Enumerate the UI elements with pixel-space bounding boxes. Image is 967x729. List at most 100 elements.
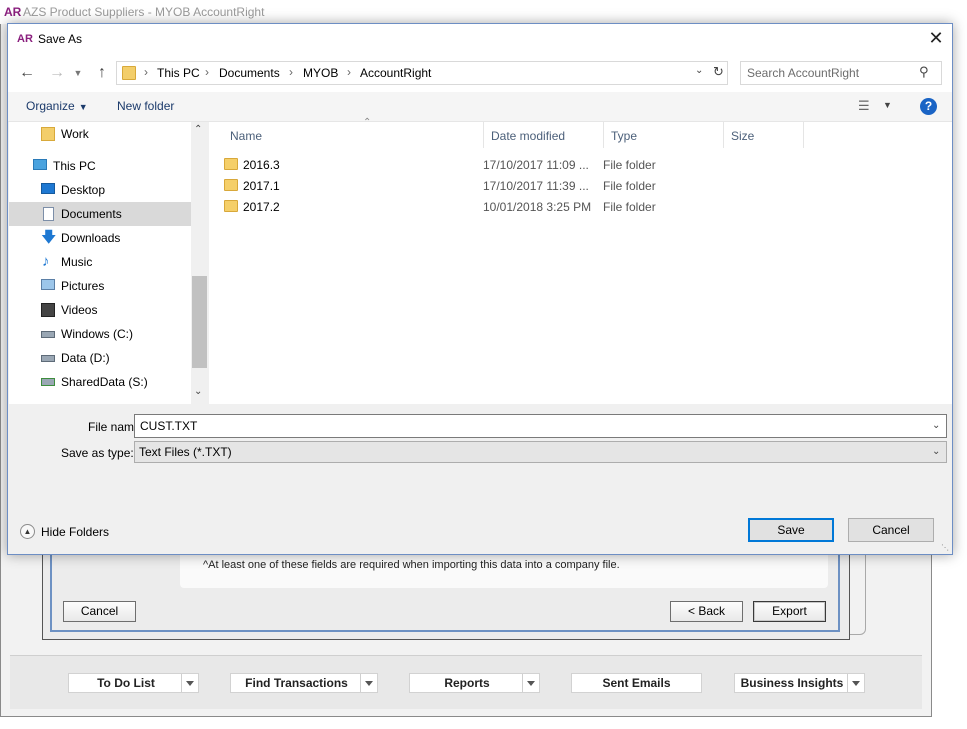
forward-arrow-icon[interactable]: →: [47, 63, 67, 83]
main-window-title: AZS Product Suppliers - MYOB AccountRigh…: [23, 5, 265, 19]
recent-locations-chevron-icon[interactable]: ▼: [72, 63, 84, 83]
up-arrow-icon[interactable]: ↑: [92, 63, 112, 83]
column-header-size[interactable]: Size: [724, 122, 804, 148]
view-options-icon[interactable]: ☰: [858, 98, 870, 114]
chevron-up-icon[interactable]: ⌃: [194, 124, 202, 135]
file-date: 17/10/2017 11:09 ...: [483, 158, 589, 172]
nav-item-label: This PC: [53, 159, 96, 173]
nav-item-label: Windows (C:): [61, 327, 134, 341]
chevron-down-icon[interactable]: ⌄: [932, 420, 940, 431]
chevron-down-icon: ▼: [78, 102, 88, 112]
wizard-cancel-button[interactable]: Cancel: [63, 601, 136, 622]
chevron-down-icon[interactable]: ⌄: [932, 446, 940, 457]
to-do-list-label: To Do List: [97, 676, 155, 690]
file-date: 10/01/2018 3:25 PM: [483, 200, 592, 214]
business-insights-button[interactable]: Business Insights: [734, 673, 865, 693]
new-folder-button[interactable]: New folder: [117, 99, 174, 113]
nav-item-shareddata-s[interactable]: SharedData (S:): [9, 370, 191, 394]
breadcrumb-myob[interactable]: MYOB: [303, 66, 338, 80]
chevron-down-icon[interactable]: [847, 674, 864, 692]
nav-item-downloads[interactable]: 🡇 Downloads: [9, 226, 191, 250]
search-icon[interactable]: ⚲: [919, 64, 929, 80]
sent-emails-button[interactable]: Sent Emails: [571, 673, 702, 693]
chevron-right-icon[interactable]: ›: [144, 65, 148, 79]
file-list-pane: ⌃ Name Date modified Type Size 2016.3 17…: [209, 117, 952, 404]
save-as-dialog: AR Save As ✕ ← → ▼ ↑ › This PC › Documen…: [7, 23, 953, 555]
save-as-type-select[interactable]: Text Files (*.TXT) ⌄: [134, 441, 947, 463]
breadcrumb-this-pc[interactable]: This PC: [157, 66, 200, 80]
hide-folders-label[interactable]: Hide Folders: [41, 525, 109, 539]
breadcrumb-documents[interactable]: Documents: [219, 66, 280, 80]
organize-button[interactable]: Organize ▼: [26, 99, 88, 113]
drive-d-icon: [41, 355, 55, 362]
file-row[interactable]: 2017.2 10/01/2018 3:25 PM File folder: [224, 196, 804, 217]
wizard-export-button[interactable]: Export: [753, 601, 826, 622]
command-toolbar: Organize ▼ New folder ☰ ▼ ?: [8, 92, 952, 122]
chevron-down-icon[interactable]: [360, 674, 377, 692]
navigation-scrollbar[interactable]: ⌃ ⌄: [191, 122, 208, 404]
folder-icon: [224, 179, 238, 191]
nav-item-desktop[interactable]: Desktop: [9, 178, 191, 202]
wizard-back-button[interactable]: < Back: [670, 601, 743, 622]
sort-ascending-icon: ⌃: [363, 117, 372, 128]
resize-grip-icon[interactable]: ⋱: [941, 543, 949, 552]
back-arrow-icon[interactable]: ←: [17, 63, 37, 83]
file-date: 17/10/2017 11:39 ...: [483, 179, 589, 193]
file-name-combobox[interactable]: ⌄: [134, 414, 947, 438]
close-icon[interactable]: ✕: [922, 28, 950, 50]
chevron-up-circle-icon[interactable]: ▲: [20, 524, 35, 539]
nav-item-label: Downloads: [61, 231, 121, 245]
breadcrumb-accountright[interactable]: AccountRight: [360, 66, 431, 80]
chevron-down-icon[interactable]: ⌄: [695, 65, 703, 76]
address-bar[interactable]: › This PC › Documents › MYOB › AccountRi…: [116, 61, 728, 85]
column-header-type[interactable]: Type: [604, 122, 724, 148]
documents-icon: [43, 207, 54, 221]
chevron-down-icon[interactable]: ⌄: [194, 386, 202, 397]
file-name: 2017.1: [243, 179, 280, 193]
find-transactions-button[interactable]: Find Transactions: [230, 673, 378, 693]
column-header-date-modified[interactable]: Date modified: [484, 122, 604, 148]
network-drive-icon: [41, 378, 55, 386]
drive-c-icon: [41, 331, 55, 338]
to-do-list-button[interactable]: To Do List: [68, 673, 199, 693]
help-icon[interactable]: ?: [920, 98, 937, 115]
chevron-down-icon[interactable]: [522, 674, 539, 692]
file-name-input[interactable]: [140, 419, 920, 433]
column-separator[interactable]: [803, 122, 804, 148]
nav-item-data-d[interactable]: Data (D:): [9, 346, 191, 370]
file-name: 2016.3: [243, 158, 280, 172]
file-row[interactable]: 2016.3 17/10/2017 11:09 ... File folder: [224, 154, 804, 175]
search-box[interactable]: ⚲: [740, 61, 942, 85]
chevron-right-icon[interactable]: ›: [347, 65, 351, 79]
chevron-down-icon[interactable]: [181, 674, 198, 692]
save-button[interactable]: Save: [748, 518, 834, 542]
required-fields-note: ^At least one of these fields are requir…: [203, 559, 620, 571]
reports-button[interactable]: Reports: [409, 673, 540, 693]
nav-item-this-pc[interactable]: This PC: [9, 154, 191, 178]
chevron-right-icon[interactable]: ›: [205, 65, 209, 79]
cancel-button[interactable]: Cancel: [848, 518, 934, 542]
nav-item-videos[interactable]: Videos: [9, 298, 191, 322]
organize-label: Organize: [26, 99, 75, 113]
nav-item-work[interactable]: Work: [9, 122, 191, 146]
main-title-bar: AR AZS Product Suppliers - MYOB AccountR…: [0, 0, 967, 24]
save-as-type-label: Save as type:: [61, 446, 134, 460]
column-header-label: Name: [230, 129, 263, 143]
nav-item-music[interactable]: ♪ Music: [9, 250, 191, 274]
refresh-icon[interactable]: ↻: [713, 64, 724, 80]
nav-item-pictures[interactable]: Pictures: [9, 274, 191, 298]
column-header-name[interactable]: ⌃ Name: [223, 117, 484, 148]
file-row[interactable]: 2017.1 17/10/2017 11:39 ... File folder: [224, 175, 804, 196]
nav-item-documents[interactable]: Documents: [9, 202, 191, 226]
find-transactions-label: Find Transactions: [245, 676, 348, 690]
chevron-down-icon[interactable]: ▼: [883, 100, 892, 110]
search-input[interactable]: [747, 66, 912, 80]
save-as-type-value: Text Files (*.TXT): [139, 445, 232, 459]
scrollbar-thumb[interactable]: [192, 276, 207, 368]
nav-item-label: Work: [61, 127, 89, 141]
nav-item-windows-c[interactable]: Windows (C:): [9, 322, 191, 346]
save-form-area: File name: ⌄ Save as type: Text Files (*…: [8, 404, 952, 554]
sent-emails-label: Sent Emails: [602, 676, 671, 690]
folder-icon: [122, 66, 136, 80]
chevron-right-icon[interactable]: ›: [289, 65, 293, 79]
